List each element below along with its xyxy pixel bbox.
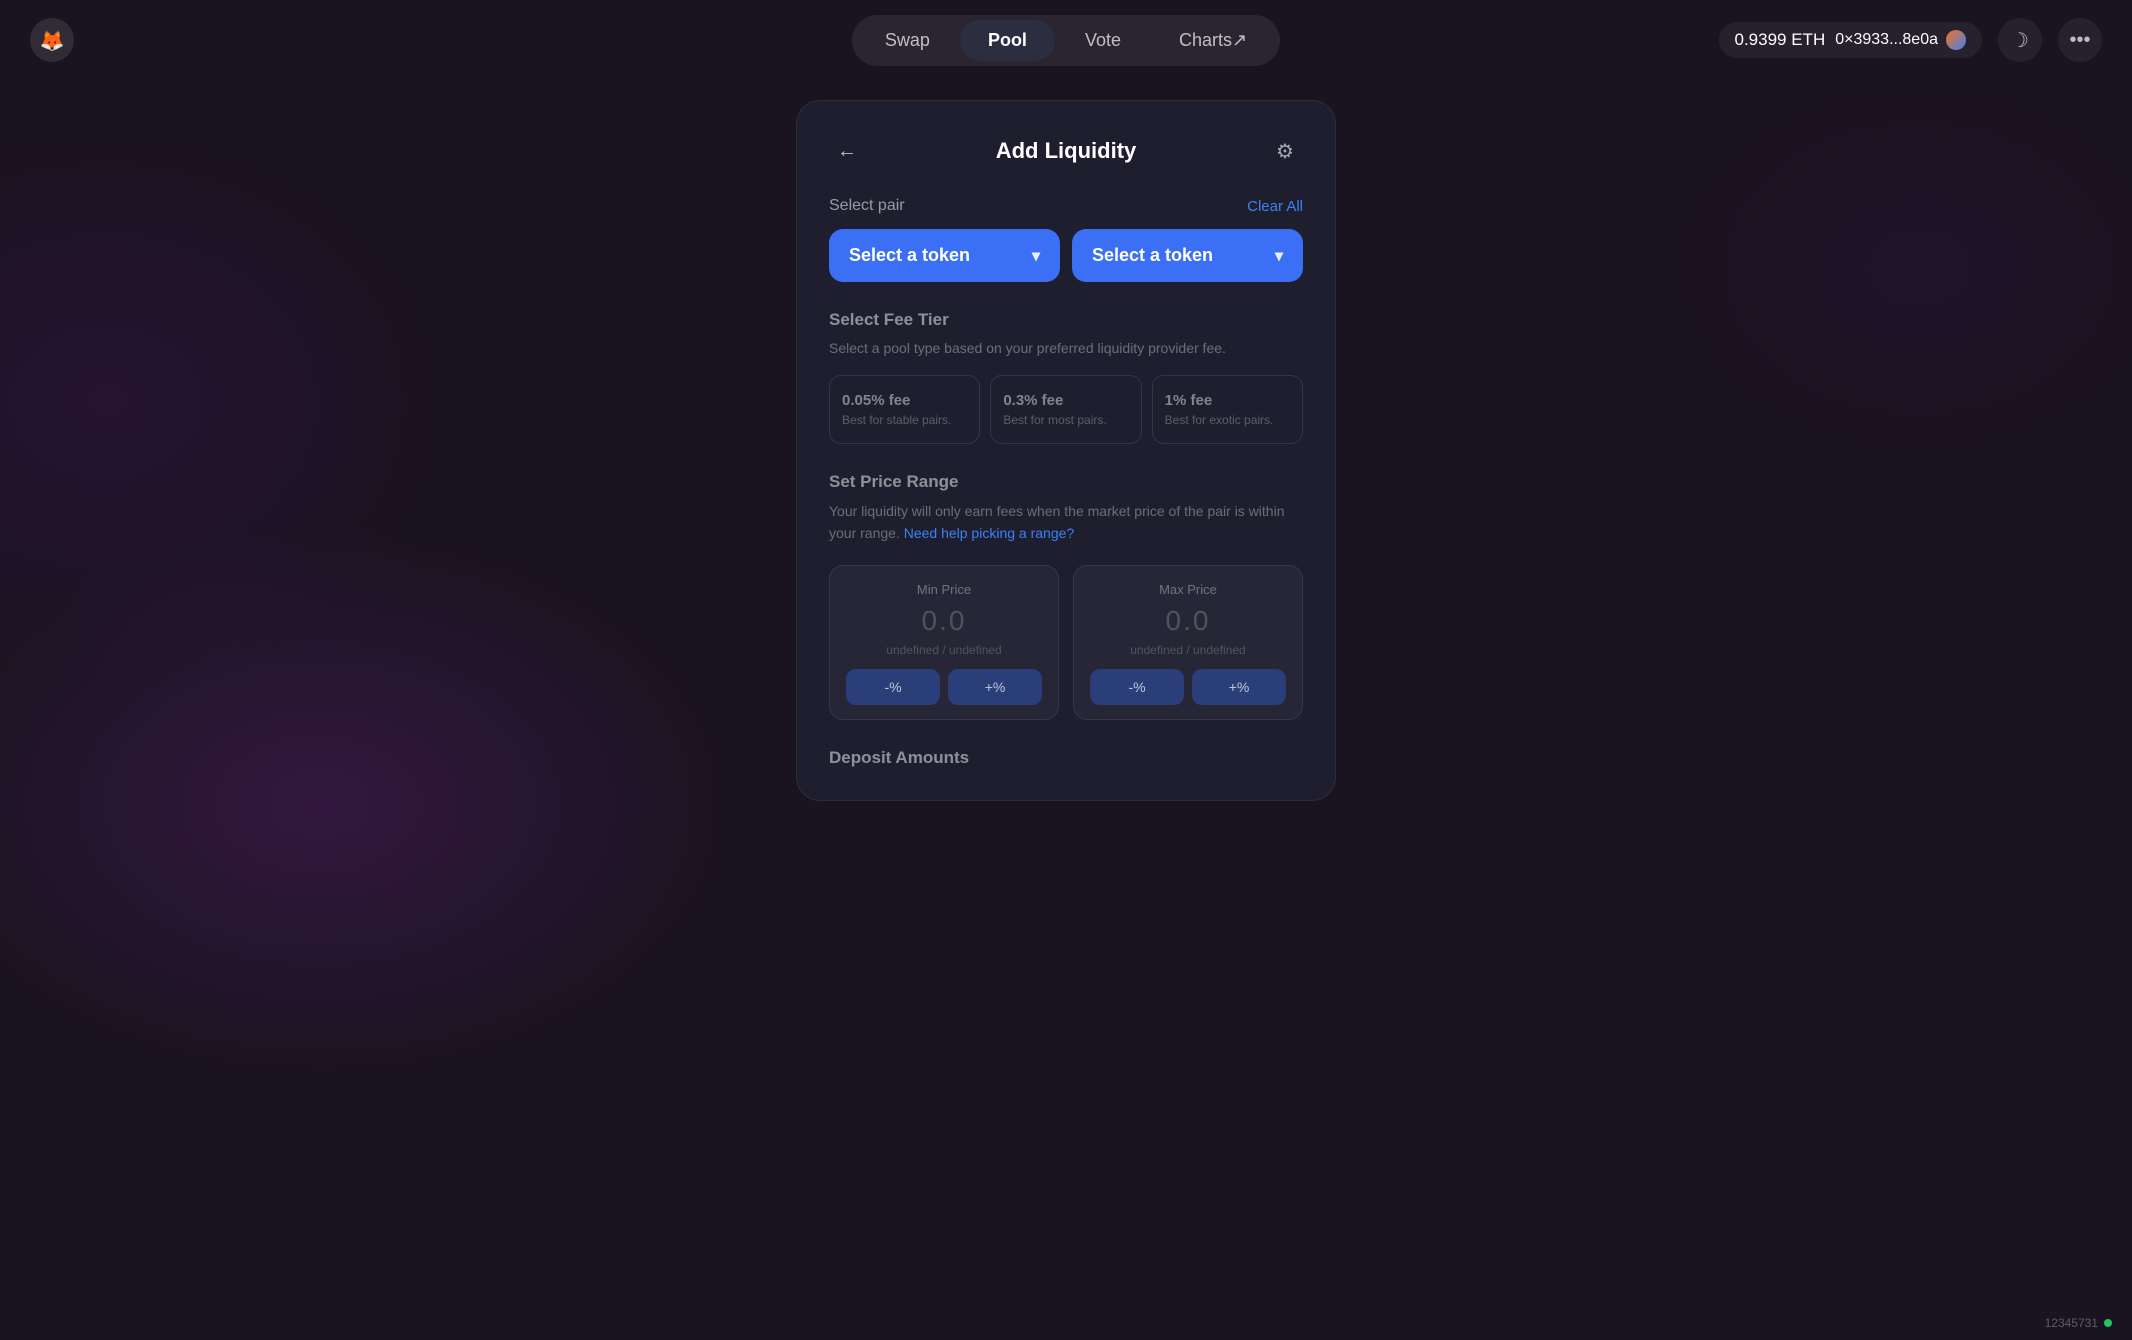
price-inputs-group: Min Price 0.0 undefined / undefined -% +… [829,565,1303,720]
theme-toggle-button[interactable]: ☽ [1998,18,2042,62]
price-range-help-link[interactable]: Need help picking a range? [904,525,1074,541]
max-price-group: Max Price 0.0 undefined / undefined -% +… [1073,565,1303,720]
fee-option-0.3[interactable]: 0.3% fee Best for most pairs. [990,375,1141,444]
token1-select-label: Select a token [849,245,970,266]
price-range-description: Your liquidity will only earn fees when … [829,500,1303,545]
token2-select-button[interactable]: Select a token ▾ [1072,229,1303,282]
max-price-label: Max Price [1090,582,1286,597]
nav-tab-pool[interactable]: Pool [960,20,1055,61]
wallet-address-display: 0×3933...8e0a [1835,30,1966,50]
fee-option-1-desc: Best for exotic pairs. [1165,413,1290,427]
max-price-decrease-button[interactable]: -% [1090,669,1184,705]
token-selector-group: Select a token ▾ Select a token ▾ [829,229,1303,282]
nav-tab-swap[interactable]: Swap [857,20,958,61]
fee-tier-description: Select a pool type based on your preferr… [829,338,1303,359]
token1-select-button[interactable]: Select a token ▾ [829,229,1060,282]
min-price-value: 0.0 [846,605,1042,637]
arrow-left-icon: ← [837,140,857,163]
min-price-group: Min Price 0.0 undefined / undefined -% +… [829,565,1059,720]
min-price-label: Min Price [846,582,1042,597]
back-button[interactable]: ← [829,133,865,169]
max-price-increase-button[interactable]: +% [1192,669,1286,705]
min-price-pair: undefined / undefined [846,643,1042,657]
token1-chevron-icon: ▾ [1032,246,1040,266]
app-logo: 🦊 [30,18,74,62]
eth-balance: 0.9399 ETH [1735,30,1826,50]
price-range-section: Set Price Range Your liquidity will only… [829,472,1303,720]
token2-select-label: Select a token [1092,245,1213,266]
fee-option-1[interactable]: 1% fee Best for exotic pairs. [1152,375,1303,444]
select-pair-header: Select pair Clear All [829,197,1303,215]
max-price-pair: undefined / undefined [1090,643,1286,657]
page-title: Add Liquidity [996,138,1137,164]
min-price-decrease-button[interactable]: -% [846,669,940,705]
add-liquidity-card: ← Add Liquidity ⚙ Select pair Clear All … [796,100,1336,801]
select-pair-label: Select pair [829,197,905,215]
moon-icon: ☽ [2011,28,2029,53]
fee-tier-title: Select Fee Tier [829,310,1303,330]
min-price-buttons: -% +% [846,669,1042,705]
nav-tab-group: Swap Pool Vote Charts↗ [852,15,1280,66]
fee-option-0.05[interactable]: 0.05% fee Best for stable pairs. [829,375,980,444]
settings-button[interactable]: ⚙ [1267,133,1303,169]
wallet-avatar [1946,30,1966,50]
card-header: ← Add Liquidity ⚙ [829,133,1303,169]
token2-chevron-icon: ▾ [1275,246,1283,266]
block-number: 12345731 [2045,1316,2098,1330]
top-navigation: 🦊 Swap Pool Vote Charts↗ 0.9399 ETH 0×39… [0,0,2132,80]
deposit-amounts-title: Deposit Amounts [829,748,1303,768]
max-price-value: 0.0 [1090,605,1286,637]
status-bar: 12345731 [2045,1316,2112,1330]
fee-option-0.05-desc: Best for stable pairs. [842,413,967,427]
gear-icon: ⚙ [1276,139,1294,164]
nav-right-section: 0.9399 ETH 0×3933...8e0a ☽ ••• [1719,18,2103,62]
clear-all-button[interactable]: Clear All [1247,198,1303,215]
dots-icon: ••• [2069,29,2090,52]
status-dot [2104,1319,2112,1327]
more-menu-button[interactable]: ••• [2058,18,2102,62]
nav-tab-charts[interactable]: Charts↗ [1151,20,1275,61]
main-content: ← Add Liquidity ⚙ Select pair Clear All … [796,100,1336,801]
fee-options-group: 0.05% fee Best for stable pairs. 0.3% fe… [829,375,1303,444]
fee-option-1-title: 1% fee [1165,392,1290,409]
fee-option-0.3-desc: Best for most pairs. [1003,413,1128,427]
fee-option-0.05-title: 0.05% fee [842,392,967,409]
svg-text:🦊: 🦊 [40,29,65,52]
fee-option-0.3-title: 0.3% fee [1003,392,1128,409]
max-price-buttons: -% +% [1090,669,1286,705]
wallet-address-text: 0×3933...8e0a [1835,31,1938,49]
price-range-title: Set Price Range [829,472,1303,492]
fee-tier-section: Select Fee Tier Select a pool type based… [829,310,1303,444]
nav-tab-vote[interactable]: Vote [1057,20,1149,61]
wallet-info[interactable]: 0.9399 ETH 0×3933...8e0a [1719,22,1983,58]
min-price-increase-button[interactable]: +% [948,669,1042,705]
